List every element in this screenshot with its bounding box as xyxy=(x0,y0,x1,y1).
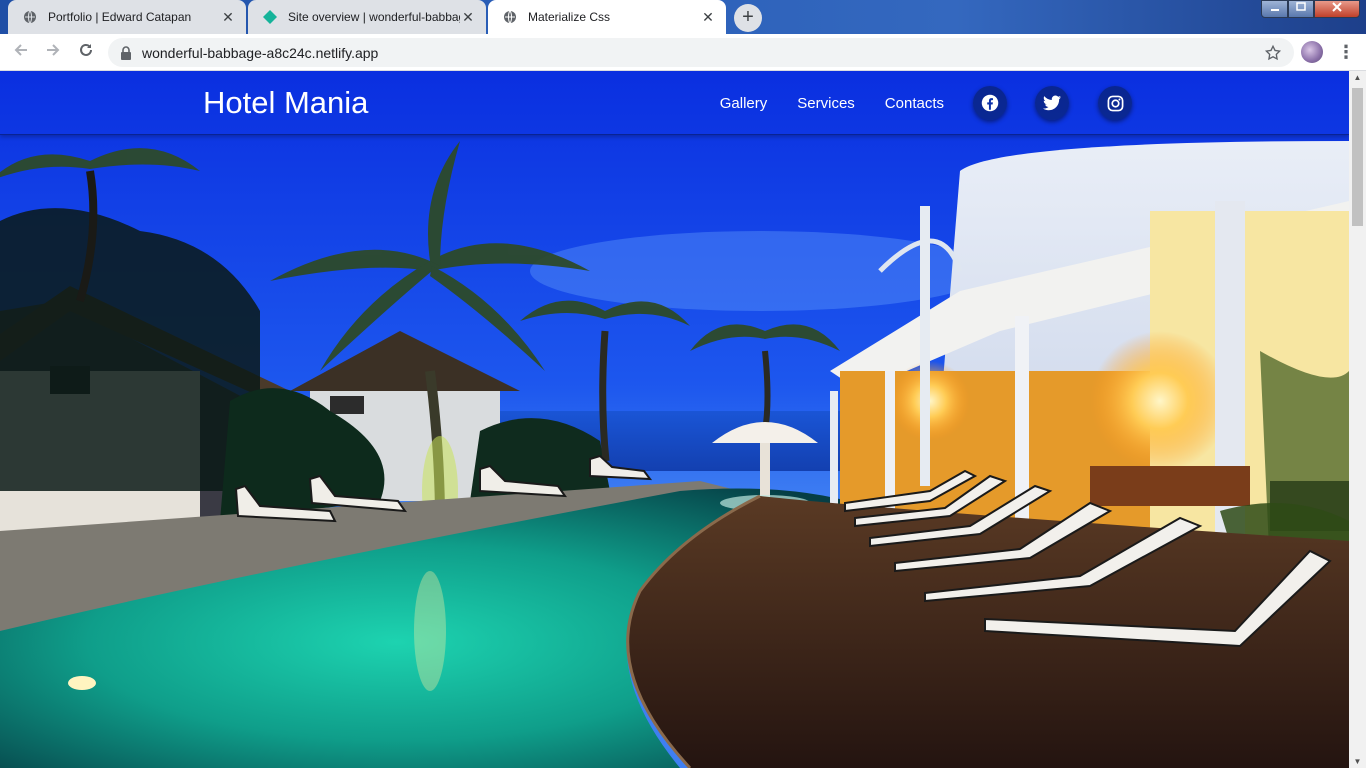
twitter-icon[interactable] xyxy=(1035,86,1069,120)
maximize-button[interactable] xyxy=(1288,0,1314,18)
tab-title: Site overview | wonderful-babbage xyxy=(288,10,460,24)
url-input[interactable] xyxy=(142,44,1042,61)
forward-button[interactable] xyxy=(41,41,65,65)
site-navbar: Hotel Mania Gallery Services Contacts xyxy=(0,71,1349,135)
main-nav: Gallery Services Contacts xyxy=(690,71,944,135)
tab-title: Portfolio | Edward Catapan xyxy=(48,10,192,24)
nav-link-gallery[interactable]: Gallery xyxy=(720,95,768,112)
scroll-down-arrow-icon[interactable]: ▼ xyxy=(1353,757,1362,766)
reload-button[interactable] xyxy=(74,41,98,65)
instagram-icon[interactable] xyxy=(1098,86,1132,120)
lock-icon xyxy=(120,45,134,60)
nav-link-services[interactable]: Services xyxy=(797,95,855,112)
scroll-thumb[interactable] xyxy=(1352,88,1363,226)
back-button[interactable] xyxy=(9,41,33,65)
facebook-icon[interactable] xyxy=(973,86,1007,120)
brand-logo[interactable]: Hotel Mania xyxy=(203,85,368,121)
bookmark-star-icon[interactable] xyxy=(1264,44,1282,62)
close-icon[interactable]: ✕ xyxy=(460,9,476,25)
menu-kebab-icon[interactable]: ⋮ xyxy=(1337,41,1355,63)
tab-title: Materialize Css xyxy=(528,10,611,24)
address-bar[interactable] xyxy=(108,38,1294,67)
tab-materialize[interactable]: Materialize Css ✕ xyxy=(488,0,726,34)
globe-icon xyxy=(502,9,518,25)
netlify-icon xyxy=(262,9,278,25)
close-window-button[interactable] xyxy=(1314,0,1360,18)
window-controls xyxy=(1261,0,1360,18)
close-icon[interactable]: ✕ xyxy=(700,9,716,25)
globe-icon xyxy=(22,9,38,25)
tab-portfolio[interactable]: Portfolio | Edward Catapan ✕ xyxy=(8,0,246,34)
page-scrollbar[interactable]: ▲ ▼ xyxy=(1349,71,1366,768)
scroll-up-arrow-icon[interactable]: ▲ xyxy=(1353,73,1362,82)
minimize-button[interactable] xyxy=(1261,0,1288,18)
tab-netlify[interactable]: Site overview | wonderful-babbage ✕ xyxy=(248,0,486,34)
hero-image xyxy=(0,71,1349,768)
browser-toolbar xyxy=(0,34,1366,71)
close-icon[interactable]: ✕ xyxy=(220,9,236,25)
page-viewport: Hotel Mania Gallery Services Contacts xyxy=(0,71,1349,768)
new-tab-button[interactable]: + xyxy=(734,4,762,32)
profile-avatar[interactable] xyxy=(1301,41,1323,63)
tab-strip: Portfolio | Edward Catapan ✕ Site overvi… xyxy=(0,0,1366,34)
nav-link-contacts[interactable]: Contacts xyxy=(885,95,944,112)
